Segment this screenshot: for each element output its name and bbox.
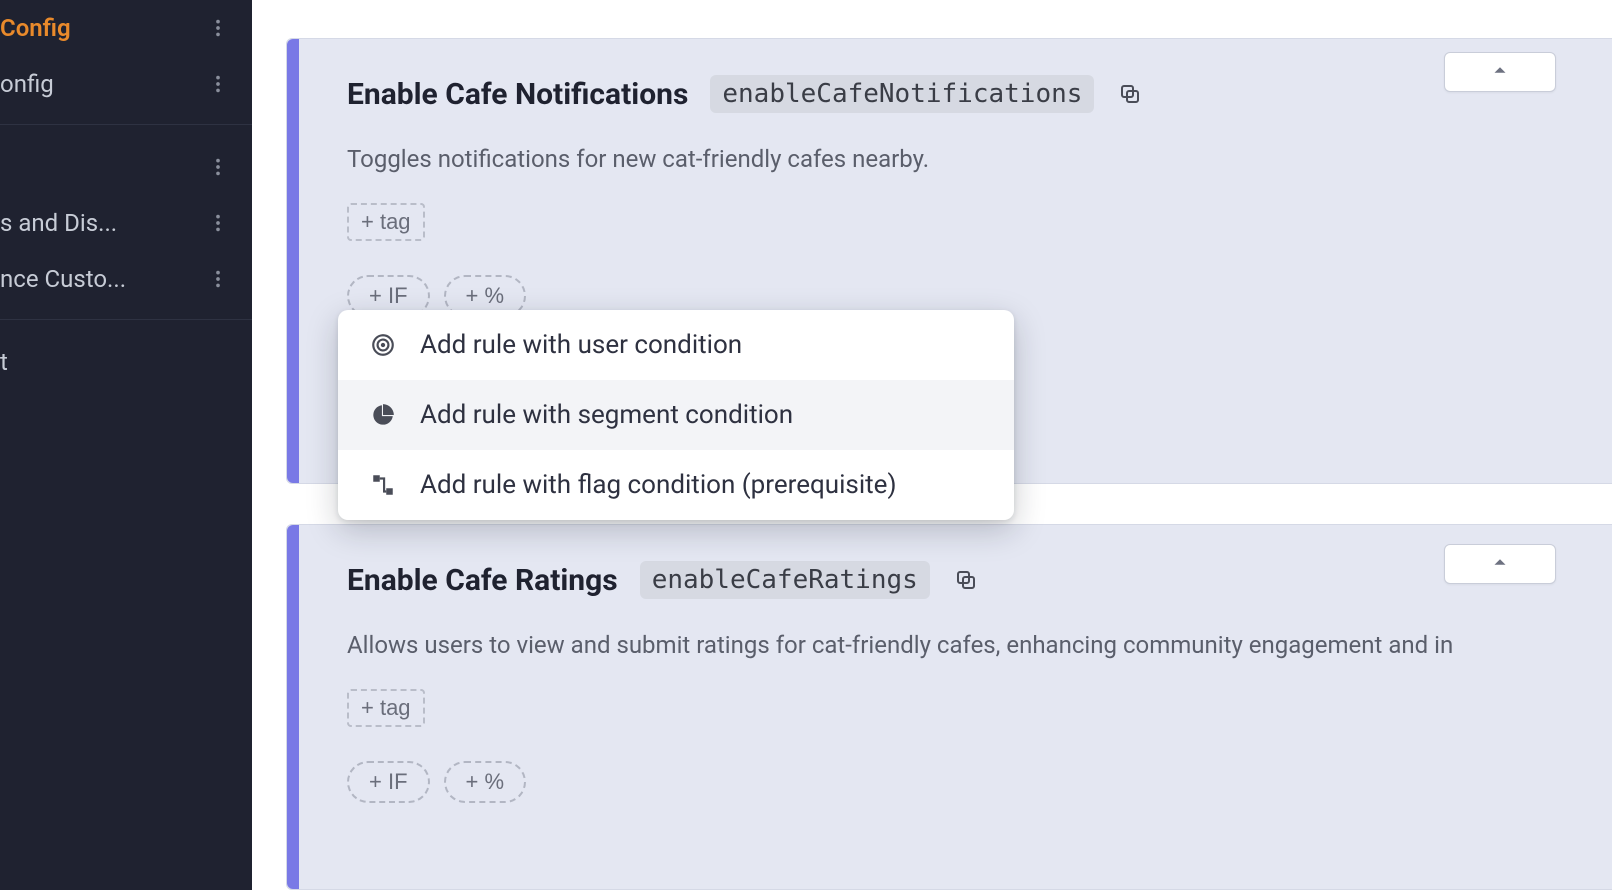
flag-title: Enable Cafe Notifications [347,77,688,112]
sidebar-item-nce-custo[interactable]: nce Custo... [0,251,252,307]
collapse-button[interactable] [1444,52,1556,92]
add-tag-button[interactable]: + tag [347,689,425,727]
flag-key: enableCafeNotifications [710,75,1094,113]
more-icon[interactable] [206,16,230,40]
target-icon [368,330,398,360]
collapse-anchor [1474,530,1586,570]
more-icon[interactable] [206,155,230,179]
flag-description: Allows users to view and submit ratings … [347,631,1612,659]
sidebar-divider [0,124,252,125]
popover-item-flag-condition[interactable]: Add rule with flag condition (prerequisi… [338,450,1014,520]
flag-card-enable-cafe-ratings: Enable Cafe Ratings enableCafeRatings Al… [286,524,1612,890]
popover-item-label: Add rule with user condition [420,330,742,360]
sidebar-item-unnamed[interactable] [0,139,252,195]
more-icon[interactable] [206,267,230,291]
collapse-anchor [1474,38,1586,78]
more-icon[interactable] [206,211,230,235]
popover-item-label: Add rule with flag condition (prerequisi… [420,470,897,500]
copy-icon[interactable] [1116,80,1144,108]
add-tag-button[interactable]: + tag [347,203,425,241]
sidebar-item-t[interactable]: t [0,334,252,390]
flag-key: enableCafeRatings [640,561,930,599]
sidebar-item-config[interactable]: onfig [0,56,252,112]
sidebar-item-s-and-dis[interactable]: s and Dis... [0,195,252,251]
main-content: Enable Cafe Notifications enableCafeNoti… [252,0,1612,890]
sidebar-divider [0,319,252,320]
add-percent-rule-chip[interactable]: + % [444,761,527,803]
card-accent [287,525,299,889]
flag-description: Toggles notifications for new cat-friend… [347,145,1612,173]
add-if-rule-chip[interactable]: + IF [347,761,430,803]
popover-item-segment-condition[interactable]: Add rule with segment condition [338,380,1014,450]
more-icon[interactable] [206,72,230,96]
collapse-button[interactable] [1444,544,1556,584]
pie-chart-icon [368,400,398,430]
popover-item-user-condition[interactable]: Add rule with user condition [338,310,1014,380]
sidebar-item-label: t [0,348,252,376]
sidebar: Config onfig s and Dis... nce Custo... [0,0,252,890]
hierarchy-icon [368,470,398,500]
chevron-up-icon [1489,59,1511,85]
popover-item-label: Add rule with segment condition [420,400,793,430]
add-rule-popover: Add rule with user condition Add rule wi… [338,310,1014,520]
chevron-up-icon [1489,551,1511,577]
copy-icon[interactable] [952,566,980,594]
card-accent [287,39,299,483]
flag-title: Enable Cafe Ratings [347,563,618,598]
sidebar-item-config-active[interactable]: Config [0,0,252,56]
